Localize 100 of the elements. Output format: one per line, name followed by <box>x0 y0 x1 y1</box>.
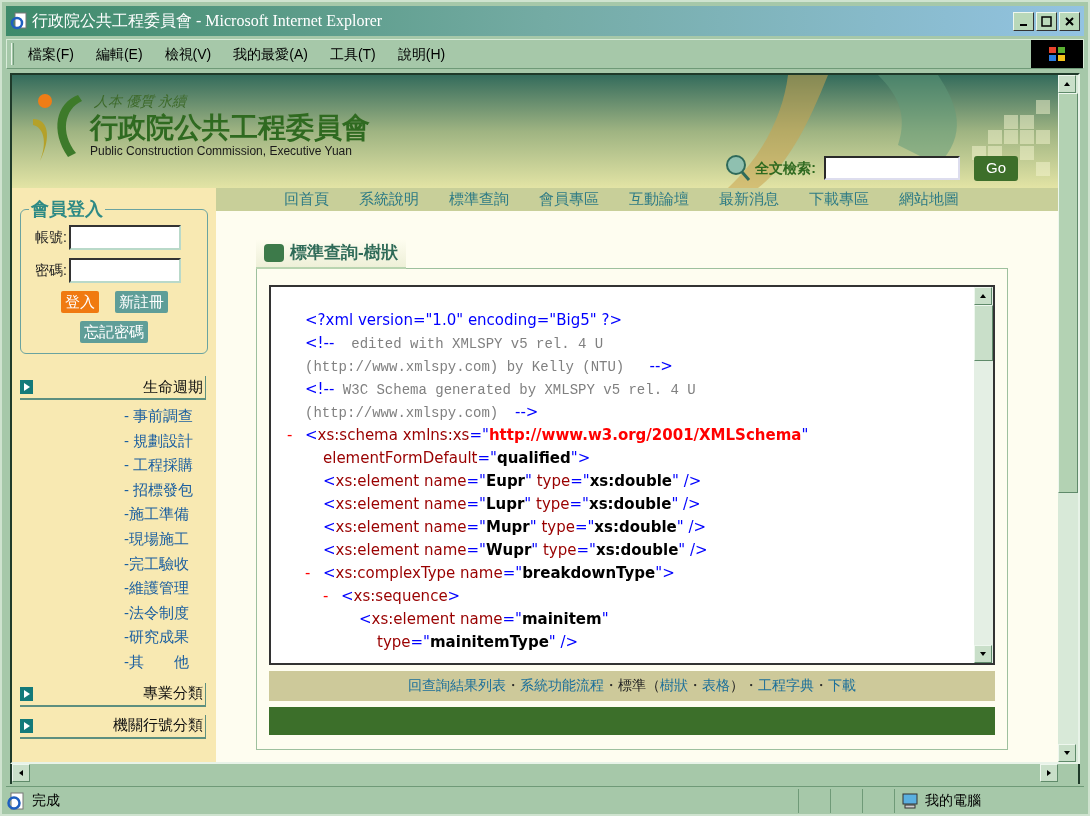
footer-link[interactable]: 回查詢結果列表 <box>408 675 506 696</box>
subcategory-link[interactable]: - 招標發包 <box>124 477 200 503</box>
play-icon <box>20 718 33 733</box>
login-panel-button[interactable]: 新註冊 <box>114 291 168 313</box>
subcategory-link[interactable]: - 規劃設計 <box>124 428 200 454</box>
subcategory-link[interactable]: -現場施工 <box>124 526 200 552</box>
code-line: <xs:element name="Eupr" type="xs:double" /> <box>323 470 702 492</box>
footer-link[interactable]: 系統功能流程 <box>520 675 604 696</box>
code-line: <!-- W3C Schema generated by XMLSPY v5 rel. 4 U <box>305 378 696 400</box>
scroll-down-icon[interactable] <box>1058 744 1076 762</box>
footer-text: ） <box>730 676 744 695</box>
code-line: (http://www.xmlspy.com) by Kelly (NTU) --> <box>305 355 673 377</box>
menu-item[interactable]: 工具(T) <box>329 43 376 65</box>
subcategory-link[interactable]: -完工驗收 <box>124 551 200 577</box>
footer-text: ・ <box>506 676 520 695</box>
footer-text: ・ <box>688 676 702 695</box>
scrollbar[interactable] <box>974 286 993 663</box>
search-label: 全文檢索: <box>755 158 816 178</box>
footer-text: ・ <box>814 676 828 695</box>
footer-text: 標準 <box>618 676 646 695</box>
site-subtitle: Public Construction Commission, Executive Yuan <box>90 144 353 158</box>
field-label: 帳號: <box>35 228 67 247</box>
scroll-up-icon[interactable] <box>974 286 992 305</box>
search-field[interactable] <box>824 156 960 180</box>
code-line: <xs:element name="Wupr" type="xs:double" /> <box>323 539 708 561</box>
scroll-thumb[interactable] <box>1058 93 1078 493</box>
collapse-toggle[interactable]: - <box>323 588 341 604</box>
square-icon <box>264 243 284 262</box>
nav-link[interactable]: 會員專區 <box>539 188 599 211</box>
menu-item[interactable]: 編輯(E) <box>95 43 143 65</box>
code-line: <xs:complexType name="breakdownType"> <box>323 562 675 584</box>
login-panel-button[interactable]: 登入 <box>60 291 99 313</box>
footer-link[interactable]: 工程字典 <box>758 675 814 696</box>
scroll-down-icon[interactable] <box>974 644 992 663</box>
collapse-toggle[interactable]: - <box>305 565 323 581</box>
scroll-thumb[interactable] <box>974 304 993 361</box>
menu-item[interactable]: 我的最愛(A) <box>233 43 308 65</box>
footer-link[interactable]: 下載 <box>828 675 856 696</box>
code-line: <xs:sequence> <box>341 585 461 607</box>
login-panel-button[interactable]: 忘記密碼 <box>80 321 148 343</box>
login-input[interactable] <box>68 258 181 283</box>
menu-item[interactable]: 說明(H) <box>397 43 446 65</box>
subcategory-link[interactable]: -維護管理 <box>124 576 200 601</box>
browser-page-icon <box>10 12 28 30</box>
minimize-icon <box>1020 24 1027 26</box>
subcategory-link[interactable]: -研究成果 <box>124 625 200 650</box>
nav-link[interactable]: 標準查詢 <box>449 188 509 211</box>
play-icon <box>20 380 33 394</box>
page-scrollbar[interactable] <box>1058 75 1078 762</box>
slogan: 人本 優質 永續 <box>94 92 189 111</box>
nav-link[interactable]: 系統說明 <box>359 188 419 211</box>
code-line: <xs:element name="Lupr" type="xs:double" /> <box>323 493 701 515</box>
play-icon <box>20 686 33 701</box>
maximize-icon <box>1041 15 1052 27</box>
nav-link[interactable]: 最新消息 <box>719 188 779 211</box>
category-header[interactable]: 機關行號分類 <box>20 714 206 739</box>
horizontal-scrollbar[interactable] <box>10 764 1080 784</box>
menu-item[interactable]: 檢視(V) <box>164 43 212 65</box>
nav-link[interactable]: 回首頁 <box>284 188 329 211</box>
code-line: elementFormDefault="qualified"> <box>323 447 591 469</box>
category-header[interactable]: 生命週期 <box>20 376 206 400</box>
code-line: <xs:element name="mainitem" <box>359 608 609 630</box>
code-line: <xs:element name="Mupr" type="xs:double" /> <box>323 516 707 538</box>
computer-icon <box>901 791 919 810</box>
maximize-button[interactable] <box>1036 11 1057 31</box>
login-input[interactable] <box>68 225 181 250</box>
scroll-right-icon[interactable] <box>1040 764 1058 782</box>
code-line: type="mainitemType" /> <box>377 631 579 653</box>
code-line: <?xml version="1.0" encoding="Big5" ?> <box>305 309 622 331</box>
scroll-up-icon[interactable] <box>1058 75 1076 93</box>
category-header[interactable]: 專業分類 <box>20 682 206 707</box>
zone-text: 我的電腦 <box>925 791 981 810</box>
login-heading: 會員登入 <box>30 198 104 221</box>
status-text: 完成 <box>32 791 61 810</box>
nav-link[interactable]: 互動論壇 <box>629 188 689 211</box>
footer-link[interactable]: 樹狀 <box>660 675 688 696</box>
footer-link[interactable]: 表格 <box>702 675 730 696</box>
code-line: <xs:schema xmlns:xs="http://www.w3.org/2001/XMLSchema" <box>305 424 809 446</box>
nav-link[interactable]: 網站地圖 <box>899 188 959 211</box>
scroll-left-icon[interactable] <box>12 764 30 782</box>
subcategory-link[interactable]: -施工準備 <box>124 502 200 527</box>
browser-page-icon <box>6 790 26 811</box>
footer-text: （ <box>646 676 660 695</box>
code-line: (http://www.xmlspy.com) --> <box>305 401 539 423</box>
search-icon <box>725 154 752 182</box>
footer-text: ・ <box>744 676 758 695</box>
subcategory-link[interactable]: - 工程採購 <box>124 453 200 478</box>
panel-title: 標準查詢-樹狀 <box>290 241 398 264</box>
subcategory-link[interactable]: -其 他 <box>124 649 200 675</box>
subcategory-link[interactable]: - 事前調查 <box>124 404 200 429</box>
site-title: 行政院公共工程委員會 <box>90 112 370 144</box>
close-button[interactable] <box>1059 11 1080 31</box>
go-button[interactable]: Go <box>974 155 1018 181</box>
minimize-button[interactable] <box>1013 11 1034 31</box>
menu-item[interactable]: 檔案(F) <box>28 43 74 65</box>
collapse-toggle[interactable]: - <box>287 427 305 443</box>
subcategory-link[interactable]: -法令制度 <box>124 600 200 626</box>
field-label: 密碼: <box>35 261 67 280</box>
footer-text: ・ <box>604 676 618 695</box>
nav-link[interactable]: 下載專區 <box>809 188 869 211</box>
